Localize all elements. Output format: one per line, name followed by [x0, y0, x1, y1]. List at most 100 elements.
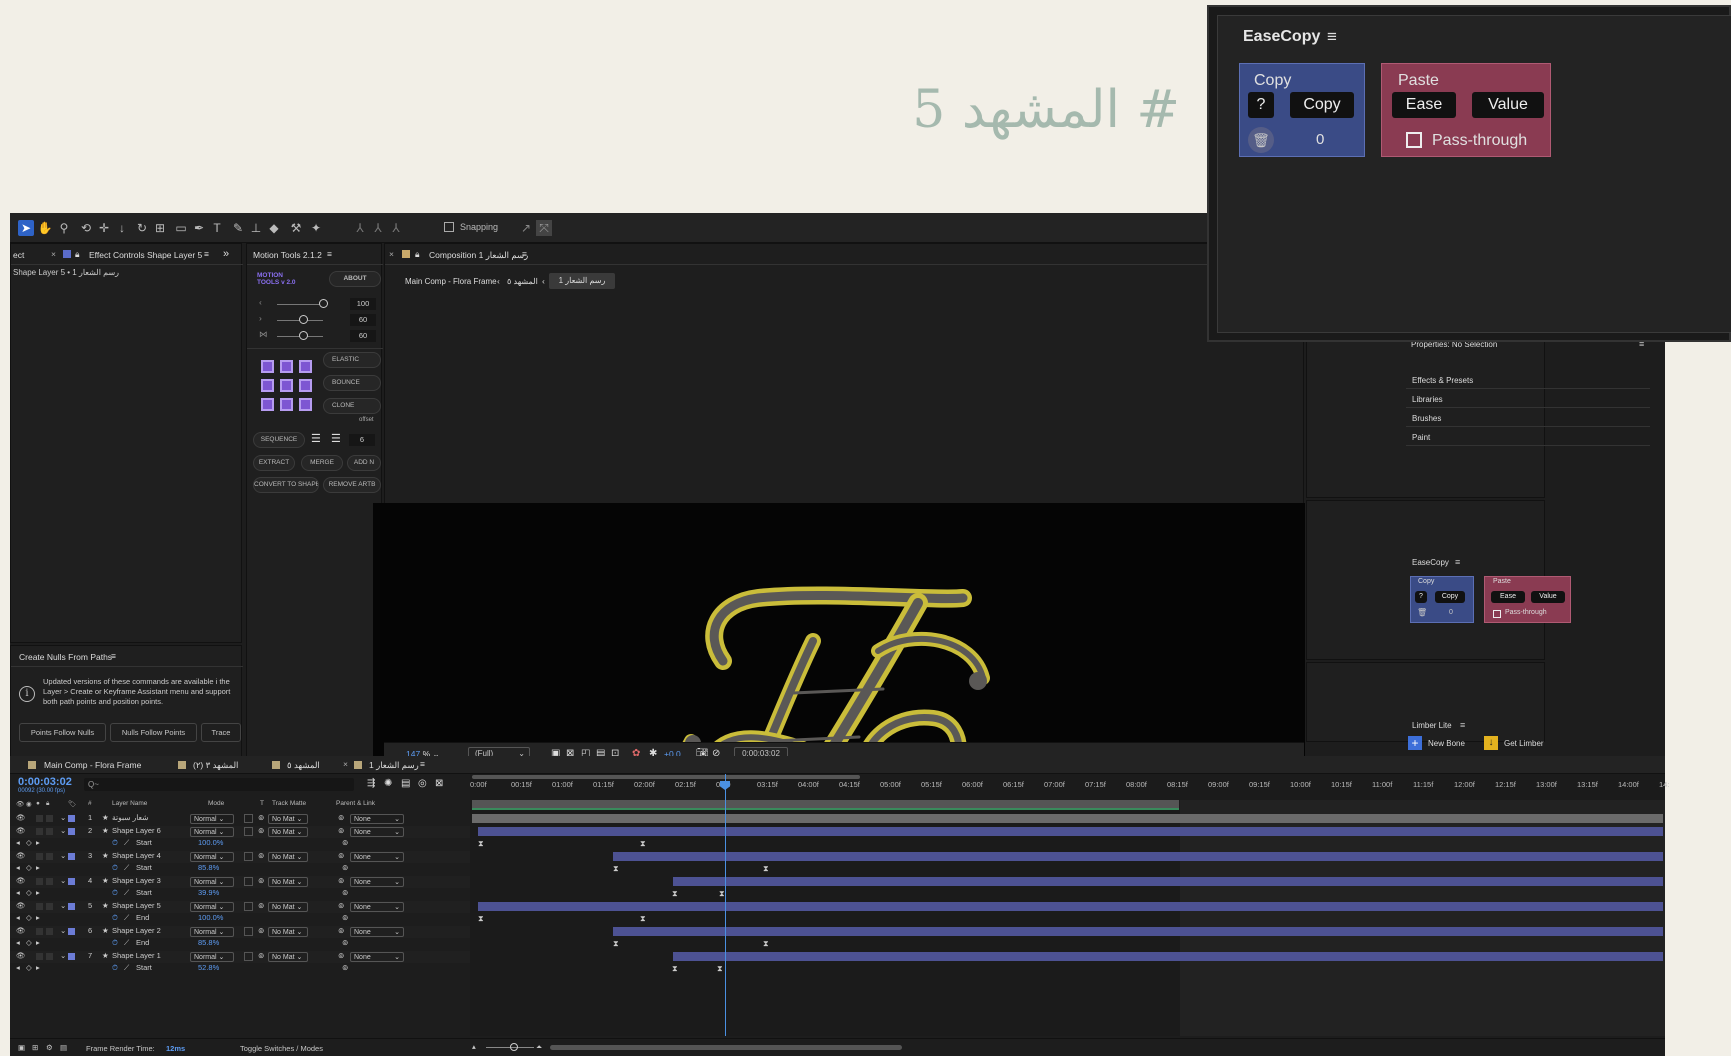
property-value[interactable]: 100.0% [198, 913, 223, 922]
anchor-grid-cell[interactable] [261, 360, 274, 373]
get-limber-icon[interactable]: ↓ [1484, 736, 1498, 750]
stopwatch-icon[interactable]: ⏱︎ [112, 913, 118, 923]
lock-box[interactable] [46, 815, 53, 822]
layer-row[interactable]: 👁︎ ⌄ 7 ★ Shape Layer 1 Normal ⌄ ⊚ No Mat ⌄ ⊚ None… [10, 950, 470, 963]
copy-button[interactable]: Copy [1435, 591, 1465, 603]
draft-3d-icon[interactable]: ✺ [384, 778, 392, 789]
parent-select[interactable]: None ⌄ [350, 876, 404, 887]
label-color-icon[interactable] [68, 852, 75, 860]
selection-tool-icon[interactable]: ➤ [18, 220, 34, 236]
property-row[interactable]: ◂ ◇ ▸ ⏱︎ ⟋ End 100.0% ⊚ [10, 913, 470, 925]
graph-icon[interactable]: ⟋ [124, 863, 129, 873]
ease-value-3[interactable]: 60 [350, 330, 376, 342]
layer-search-input[interactable]: Q~ [84, 778, 354, 791]
pickwhip-icon[interactable]: ⊚ [338, 901, 344, 910]
keyframe-marker[interactable]: ⧗ [672, 965, 678, 973]
expression-pickwhip-icon[interactable]: ⊚ [342, 963, 348, 972]
zoom-out-icon[interactable]: ▴ [472, 1042, 476, 1051]
mode-select[interactable]: Normal ⌄ [190, 901, 234, 912]
ease-button[interactable]: Ease [1491, 591, 1525, 603]
preserve-transparency-box[interactable] [244, 826, 253, 836]
keyframe-nav-prev-icon[interactable]: ◂ [16, 913, 20, 922]
brushes-item[interactable]: Brushes [1406, 410, 1650, 427]
expression-pickwhip-icon[interactable]: ⊚ [342, 863, 348, 872]
zoom-in-icon[interactable]: ⏶ [536, 1042, 542, 1052]
link-icon[interactable]: ⊚ [258, 826, 264, 835]
chevron-down-icon[interactable]: ⌄ [60, 851, 66, 860]
work-area-bar[interactable] [472, 775, 860, 779]
chevron-down-icon[interactable]: ⌄ [60, 826, 66, 835]
panel-menu-icon[interactable]: ≡ [522, 249, 527, 259]
panel-menu-icon[interactable]: ≡ [204, 249, 209, 259]
tab-main-comp[interactable]: Main Comp - Flora Frame [44, 760, 141, 770]
layer-row[interactable]: 👁︎ ⌄ 5 ★ Shape Layer 5 Normal ⌄ ⊚ No Mat ⌄ ⊚ None… [10, 900, 470, 913]
solo-box[interactable] [36, 952, 43, 960]
sequence-value[interactable]: 6 [349, 434, 375, 446]
expression-pickwhip-icon[interactable]: ⊚ [342, 913, 348, 922]
merge-button[interactable]: MERGE [301, 455, 343, 471]
layer-row[interactable]: 👁︎ ⌄ 4 ★ Shape Layer 3 Normal ⌄ ⊚ No Mat ⌄ ⊚ None… [10, 875, 470, 888]
modes-icon[interactable]: ▤ [60, 1043, 67, 1052]
new-bone-icon[interactable]: + [1408, 736, 1422, 750]
copy-button[interactable]: Copy [1290, 92, 1354, 118]
label-color-icon[interactable] [68, 827, 75, 835]
track-matte-select[interactable]: No Mat ⌄ [268, 826, 308, 837]
parent-select[interactable]: None ⌄ [350, 901, 404, 912]
link-icon[interactable]: ⊚ [258, 951, 264, 960]
property-value[interactable]: 39.9% [198, 888, 219, 897]
graph-icon[interactable]: ⟋ [124, 913, 129, 923]
panel-menu-icon[interactable]: ≡ [1455, 557, 1460, 567]
close-icon[interactable]: × [51, 249, 56, 259]
pan-tool-icon[interactable]: ✛ [96, 220, 112, 236]
layer-row[interactable]: 👁︎ ⌄ 6 ★ Shape Layer 2 Normal ⌄ ⊚ No Mat ⌄ ⊚ None… [10, 925, 470, 938]
track-matte-select[interactable]: No Mat ⌄ [268, 814, 308, 824]
label-color-icon[interactable] [68, 902, 75, 910]
brush-tool-icon[interactable]: ✎ [230, 220, 246, 236]
eye-icon[interactable]: 👁︎ [16, 813, 26, 822]
track-matte-select[interactable]: No Mat ⌄ [268, 951, 308, 962]
keyframe-marker[interactable]: ⧗ [640, 915, 646, 923]
render-icon[interactable]: ⊞ [32, 1043, 38, 1052]
keyframe-nav-next-icon[interactable]: ▸ [36, 863, 40, 872]
label-color-icon[interactable] [68, 952, 75, 960]
eye-icon[interactable]: 👁︎ [16, 951, 26, 960]
stopwatch-icon[interactable]: ⏱︎ [112, 838, 118, 848]
graph-icon[interactable]: ⟋ [124, 838, 129, 848]
ease-slider-1[interactable] [277, 304, 323, 305]
preserve-transparency-box[interactable] [244, 851, 253, 861]
layer-duration-bar[interactable] [673, 951, 1663, 961]
solo-box[interactable] [36, 927, 43, 935]
preserve-transparency-box[interactable] [244, 876, 253, 886]
nulls-follow-points-button[interactable]: Nulls Follow Points [110, 723, 197, 742]
rectangle-tool-icon[interactable]: ▭ [173, 220, 189, 236]
anchor-grid-cell[interactable] [299, 360, 312, 373]
ease-value-2[interactable]: 60 [350, 314, 376, 326]
lock-box[interactable] [46, 902, 53, 910]
solo-box[interactable] [36, 827, 43, 835]
paint-item[interactable]: Paint [1406, 429, 1650, 446]
timeline-timecode[interactable]: 0:00:03:02 [18, 776, 72, 788]
eye-icon[interactable]: 👁︎ [16, 901, 26, 910]
mode-select[interactable]: Normal ⌄ [190, 851, 234, 862]
puppet-tool-icon[interactable]: ✦ [308, 220, 324, 236]
stopwatch-icon[interactable]: ⏱︎ [112, 963, 118, 973]
stopwatch-icon[interactable]: ⏱︎ [112, 888, 118, 898]
convert-to-shape-button[interactable]: CONVERT TO SHAPE [253, 477, 319, 493]
keyframe-marker[interactable]: ⧗ [672, 890, 678, 898]
expression-pickwhip-icon[interactable]: ⊚ [342, 938, 348, 947]
keyframe-nav-next-icon[interactable]: ▸ [36, 888, 40, 897]
anchor-tool-icon[interactable]: ⊞ [152, 220, 168, 236]
mode-select[interactable]: Normal ⌄ [190, 926, 234, 937]
motion-blur-icon[interactable]: ◎ [418, 778, 427, 789]
label-color-icon[interactable] [68, 815, 75, 822]
keyframe-add-icon[interactable]: ◇ [26, 913, 32, 922]
passthrough-checkbox[interactable] [1406, 132, 1422, 148]
eye-icon[interactable]: 👁︎ [16, 926, 26, 935]
snap-features-icon[interactable]: ⤧ [536, 220, 552, 236]
layer-duration-bar[interactable] [478, 901, 1663, 911]
time-ruler[interactable]: 0:00f00:15f01:00f01:15f02:00f02:15f03:00… [470, 780, 1669, 794]
toggle-switches-modes[interactable]: Toggle Switches / Modes [240, 1044, 323, 1053]
trace-button[interactable]: Trace [201, 723, 241, 742]
tab-composition[interactable]: Composition 1 رسم الشعار [429, 250, 528, 261]
frame-blending-icon[interactable]: ▤ [401, 778, 410, 789]
